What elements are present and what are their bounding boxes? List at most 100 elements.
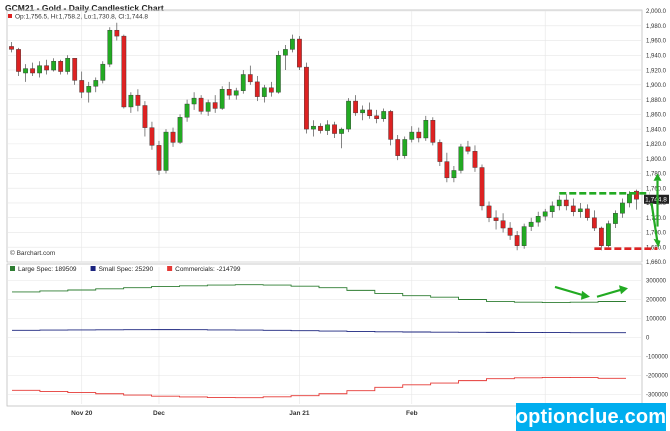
candle-down (198, 97, 204, 112)
cot-tick-label: -300000 (646, 393, 669, 399)
cot-legend-swatch (10, 266, 15, 271)
candle-up (37, 65, 42, 74)
candle-up (100, 63, 106, 81)
price-tick-label: 1,840.0 (646, 127, 667, 133)
candle-up (283, 49, 288, 56)
candle-down (570, 205, 576, 213)
candle-up (325, 124, 330, 131)
candle-down (297, 38, 302, 68)
candle-up (360, 109, 365, 114)
candle-down (444, 161, 450, 179)
last-price-label: 1,744.8 (645, 196, 667, 203)
candle-up (451, 170, 457, 179)
candle-up (556, 199, 562, 207)
cot-arrow-1-head (581, 290, 590, 300)
candle-down (58, 61, 64, 72)
cot-legend-swatch (90, 266, 96, 271)
candle-up (163, 131, 169, 171)
cot-tick-label: -200000 (646, 374, 669, 380)
candle-down (472, 151, 478, 168)
candle-down (121, 35, 127, 108)
cot-panel-frame (6, 263, 643, 407)
candle-down (563, 199, 569, 207)
cot-trend-arrows (554, 285, 628, 300)
candle-up (240, 74, 246, 91)
candle-up (65, 58, 71, 72)
cot-tick-label: 200000 (646, 298, 667, 304)
price-tick-label: 1,900.0 (646, 83, 667, 89)
candle-up (177, 117, 183, 143)
cot-legend-label: Small Spec: 25290 (99, 266, 154, 273)
price-panel-frame (6, 9, 643, 263)
candle-down (318, 125, 323, 131)
price-tick-label: 1,880.0 (646, 98, 667, 104)
cot-arrow-2-head (619, 285, 628, 295)
date-tick-label: Feb (406, 410, 418, 417)
cot-tick-label: 100000 (646, 317, 667, 323)
candle-up (205, 102, 211, 112)
price-tick-label: 1,660.0 (646, 260, 667, 266)
candle-up (613, 213, 618, 224)
cot-legend: Large Spec: 189509 Small Spec: 25290 Comme… (10, 266, 241, 273)
candle-up (549, 205, 555, 213)
candle-up (528, 221, 534, 227)
candle-down (332, 124, 337, 134)
candle-down (30, 68, 35, 74)
price-tick-label: 1,820.0 (646, 142, 667, 148)
candle-down (591, 217, 597, 229)
candle-down (486, 205, 492, 218)
candle-down (156, 145, 162, 171)
candle-up (542, 211, 548, 217)
cot-legend-label: Large Spec: 189509 (18, 266, 77, 273)
candle-up (535, 216, 541, 223)
candle-up (458, 146, 464, 171)
candle-down (507, 227, 513, 236)
price-tick-label: 1,860.0 (646, 113, 667, 119)
optionclue-watermark: optionclue.com (516, 403, 666, 431)
gold-candlestick-chart: GCM21 - Gold - Daily Candlestick Chart O… (5, 3, 669, 417)
date-tick-label: Nov 20 (71, 410, 93, 417)
candle-up (423, 120, 429, 139)
candlestick-series (9, 22, 639, 251)
candle-up (23, 68, 28, 74)
candle-up (128, 94, 134, 108)
barchart-watermark: © Barchart.com (10, 249, 55, 257)
candle-up (93, 80, 99, 87)
price-gridlines (8, 10, 642, 263)
price-tick-label: 1,960.0 (646, 39, 667, 45)
cot-legend-label: Commercials: -214799 (175, 266, 241, 273)
candle-down (374, 115, 380, 119)
candle-down (479, 167, 485, 207)
candle-down (416, 131, 422, 139)
ohlc-marker (8, 14, 12, 18)
cot-axis-ticks: 300000 200000 100000 0 -100000 -200000 -300000 (646, 279, 669, 399)
date-axis-labels: Nov 20DecJan 21FebMar (71, 410, 551, 417)
cot-arrow-2-shaft (596, 288, 624, 298)
candle-up (233, 90, 239, 96)
candle-up (346, 100, 351, 130)
cot-tick-label: 300000 (646, 279, 667, 285)
candle-down (500, 220, 506, 229)
candle-up (402, 139, 408, 156)
site-name: optionclue.com (515, 405, 667, 428)
candle-down (584, 208, 590, 218)
candle-up (339, 128, 344, 134)
candle-down (254, 81, 260, 97)
candle-down (430, 120, 436, 143)
candle-up (409, 131, 415, 140)
candle-down (142, 105, 148, 128)
date-tick-label: Jan 21 (289, 410, 310, 417)
candle-up (86, 86, 92, 93)
candle-down (514, 235, 520, 246)
candle-up (620, 202, 625, 214)
candle-down (353, 100, 358, 114)
candle-up (184, 103, 190, 118)
candle-up (290, 38, 295, 50)
candle-up (521, 226, 527, 246)
candle-up (577, 208, 583, 213)
candle-down (304, 66, 309, 130)
cot-series-lines (12, 284, 626, 399)
candle-down (149, 127, 155, 146)
cot-legend-swatch (167, 266, 173, 271)
chart-title: GCM21 - Gold - Daily Candlestick Chart (5, 3, 164, 13)
